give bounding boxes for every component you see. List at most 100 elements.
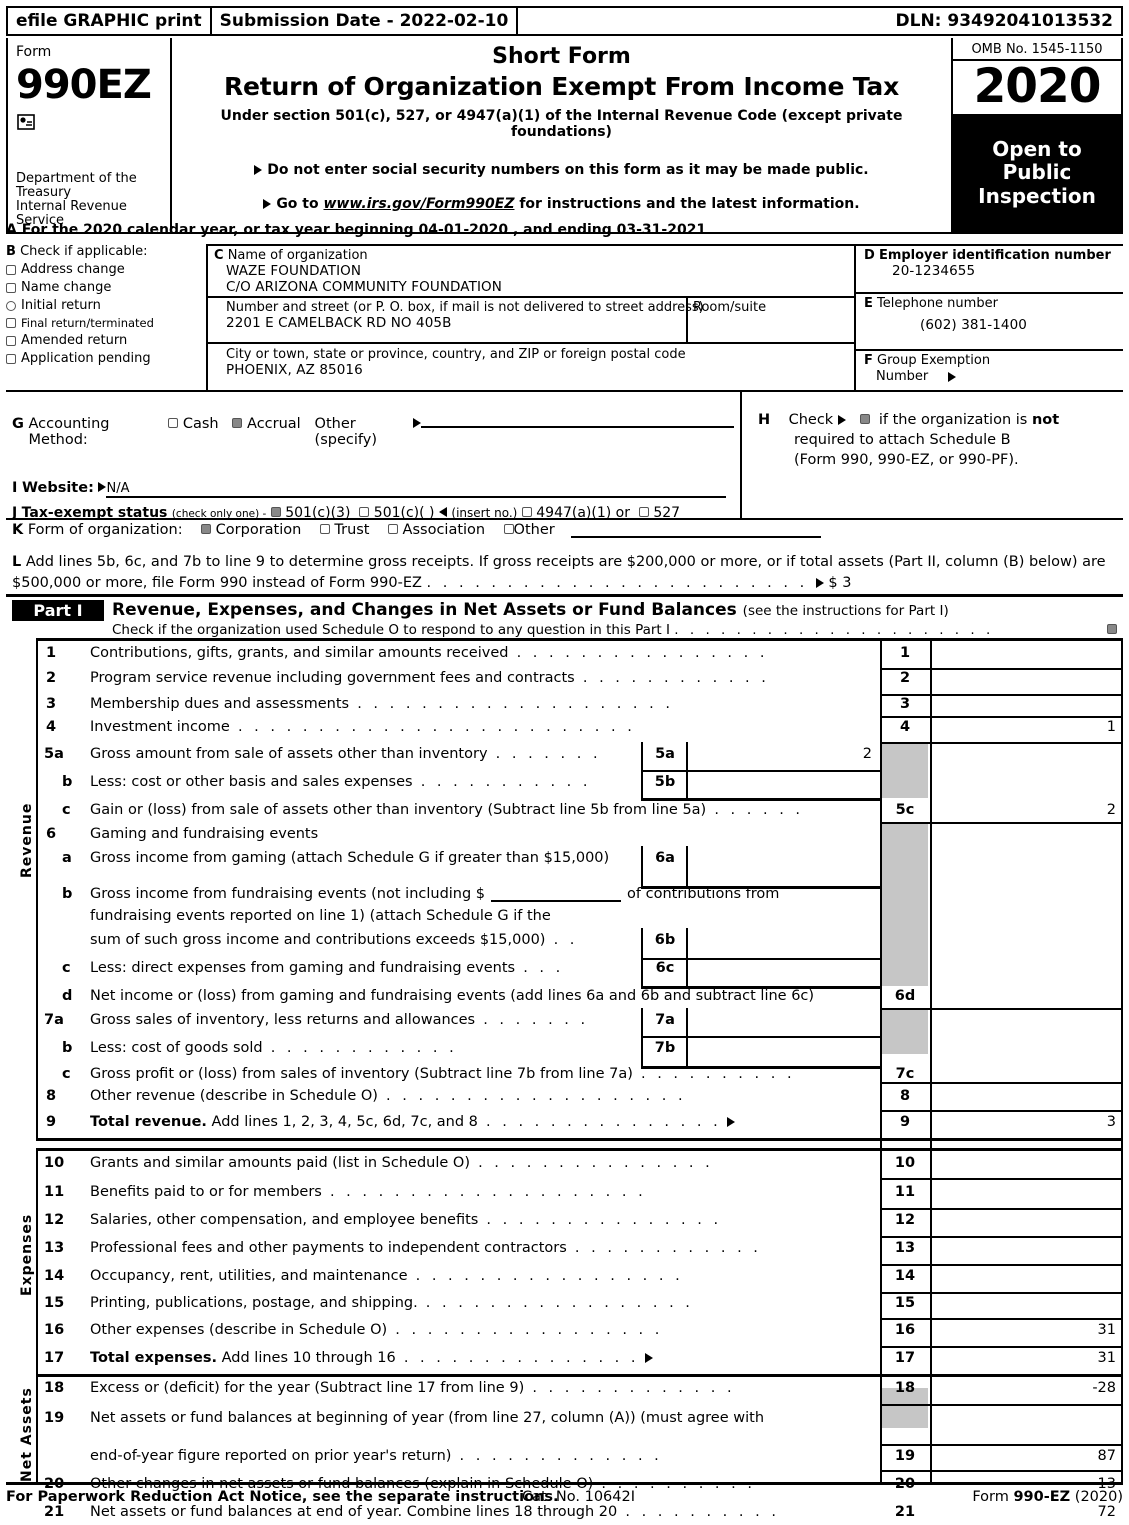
line-12-number: 12 [44, 1212, 65, 1228]
section-b-heading-text: Check if applicable: [20, 244, 148, 259]
room-suite-cell: Room/suite [686, 298, 858, 344]
line-11-number: 11 [44, 1184, 65, 1200]
checkbox-application-pending[interactable]: Application pending [6, 351, 206, 366]
line-21-box: 21 [894, 1504, 916, 1520]
line-4-box: 4 [899, 719, 911, 735]
line-1-text: Contributions, gifts, grants, and simila… [90, 645, 768, 661]
paperwork-notice: For Paperwork Reduction Act Notice, see … [6, 1489, 559, 1505]
option-trust-label: Trust [334, 522, 370, 538]
subtitle-section: Under section 501(c), 527, or 4947(a)(1)… [220, 108, 903, 140]
section-i-letter: I [12, 480, 18, 496]
form-of-organization-other-input[interactable] [571, 524, 822, 538]
part1-subtitle: Check if the organization used Schedule … [112, 622, 1117, 638]
section-b-heading: B Check if applicable: [6, 244, 206, 259]
ein-label: Employer identification number [878, 248, 1111, 263]
checkbox-label: Initial return [21, 298, 101, 313]
city-row: City or town, state or province, country… [208, 344, 854, 392]
checkbox-label: Address change [21, 262, 125, 277]
rule-5c [880, 822, 1121, 824]
line-6b-text-2: fundraising events reported on line 1) (… [90, 908, 551, 924]
insert-no-note: (insert no.) [451, 506, 518, 520]
line-19-text-2: end-of-year figure reported on prior yea… [90, 1448, 663, 1464]
check-only-one-note: (check only one) - [171, 508, 267, 520]
org-name-value-2: C/O ARIZONA COMMUNITY FOUNDATION [226, 279, 502, 295]
checkbox-icon[interactable] [6, 335, 16, 346]
option-other-label: Other [513, 522, 555, 538]
section-l-row1: L Add lines 5b, 6c, and 7b to line 9 to … [12, 552, 1123, 573]
gray-block-6 [882, 822, 928, 986]
website-value[interactable]: N/A [106, 481, 727, 498]
section-c-letter: C [214, 248, 224, 263]
line-8-number: 8 [46, 1088, 57, 1104]
checkbox-icon[interactable] [6, 318, 16, 328]
section-d-letter: D [864, 248, 875, 263]
checkbox-icon[interactable] [6, 300, 16, 311]
organization-info-block: B Check if applicable: Address change Na… [6, 244, 1123, 392]
checkbox-501c3-icon[interactable] [270, 507, 281, 517]
checkbox-amended-return[interactable]: Amended return [6, 333, 206, 348]
tax-exempt-status-label: Tax-exempt status [21, 505, 168, 521]
checkbox-schedule-b-icon[interactable] [859, 414, 870, 424]
checkbox-final-return-terminated[interactable]: Final return/terminated [6, 316, 206, 330]
line-5c-amount: 2 [1106, 802, 1116, 818]
line-18-box: 18 [894, 1380, 916, 1396]
note-ssn: Do not enter social security numbers on … [267, 162, 869, 178]
cash-label: Cash [182, 416, 219, 432]
line-2-number: 2 [46, 670, 57, 686]
option-corporation-label: Corporation [215, 522, 302, 538]
part1-title-text: Revenue, Expenses, and Changes in Net As… [112, 600, 737, 620]
department-text: Department of the Treasury Internal Reve… [16, 171, 166, 228]
side-label-net-assets: Net Assets [19, 1387, 35, 1483]
checkbox-4947a1-icon[interactable] [521, 507, 532, 517]
arrow-right-icon [254, 165, 263, 175]
other-specify-input[interactable] [421, 414, 734, 428]
option-association-label: Association [402, 522, 486, 538]
rule-6d [880, 1008, 1121, 1010]
line-16-number: 16 [44, 1322, 65, 1338]
checkbox-icon[interactable] [6, 264, 16, 275]
line-5b-box: 5b [654, 774, 676, 790]
checkbox-label: Final return/terminated [21, 316, 154, 330]
checkbox-501c-icon[interactable] [359, 507, 370, 517]
checkbox-trust-icon[interactable] [319, 524, 330, 534]
rule-5a [641, 770, 880, 772]
title-short-form: Short Form [492, 44, 631, 69]
checkbox-association-icon[interactable] [387, 524, 398, 534]
checkbox-cash-icon[interactable] [168, 418, 179, 428]
line-6d-number: d [62, 988, 73, 1004]
line-6-number: 6 [46, 826, 57, 842]
line-16-amount: 31 [1097, 1322, 1116, 1338]
section-j-letter: J [12, 505, 18, 521]
efile-graphic-print-label: efile GRAPHIC print [8, 8, 212, 34]
checkbox-other-icon[interactable] [503, 524, 514, 534]
checkbox-initial-return[interactable]: Initial return [6, 298, 206, 313]
irs-form990ez-link[interactable]: www.irs.gov/Form990EZ [323, 196, 514, 212]
section-k-letter: K [12, 522, 24, 538]
checkbox-accrual-icon[interactable] [232, 418, 243, 428]
line-3-box: 3 [899, 696, 911, 712]
line-4-amount: 1 [1106, 719, 1116, 735]
rule-l15 [880, 1318, 1121, 1320]
other-specify-label: Other (specify) [314, 416, 377, 448]
form-990ez-page: efile GRAPHIC print Submission Date - 20… [0, 0, 1129, 1525]
line-4-text: Investment income . . . . . . . . . . . … [90, 719, 636, 735]
checkbox-icon[interactable] [6, 353, 16, 364]
efile-header-bar: efile GRAPHIC print Submission Date - 20… [6, 6, 1123, 36]
checkbox-527-icon[interactable] [638, 507, 649, 517]
line-7b-text: Less: cost of goods sold . . . . . . . .… [90, 1040, 458, 1056]
line-6a-number: a [62, 850, 72, 866]
note-goto-row: Go to www.irs.gov/Form990EZ for instruct… [172, 196, 951, 212]
rule-l17 [36, 1374, 1121, 1377]
accounting-method-label: Accounting Method: [28, 416, 110, 448]
line-21-number: 21 [44, 1504, 65, 1520]
form-of-organization-label: Form of organization: [27, 522, 183, 538]
section-h-check-label: Check [788, 412, 834, 428]
checkbox-icon[interactable] [6, 282, 16, 293]
checkbox-name-change[interactable]: Name change [6, 280, 206, 295]
checkbox-corporation-icon[interactable] [201, 524, 212, 534]
checkbox-schedule-o-icon[interactable] [1107, 624, 1117, 634]
accounting-and-status-block: G Accounting Method: Cash Accrual Other … [6, 392, 1123, 521]
checkbox-address-change[interactable]: Address change [6, 262, 206, 277]
section-f-letter: F [864, 353, 873, 368]
section-i-row: I Website: N/A [12, 480, 734, 498]
